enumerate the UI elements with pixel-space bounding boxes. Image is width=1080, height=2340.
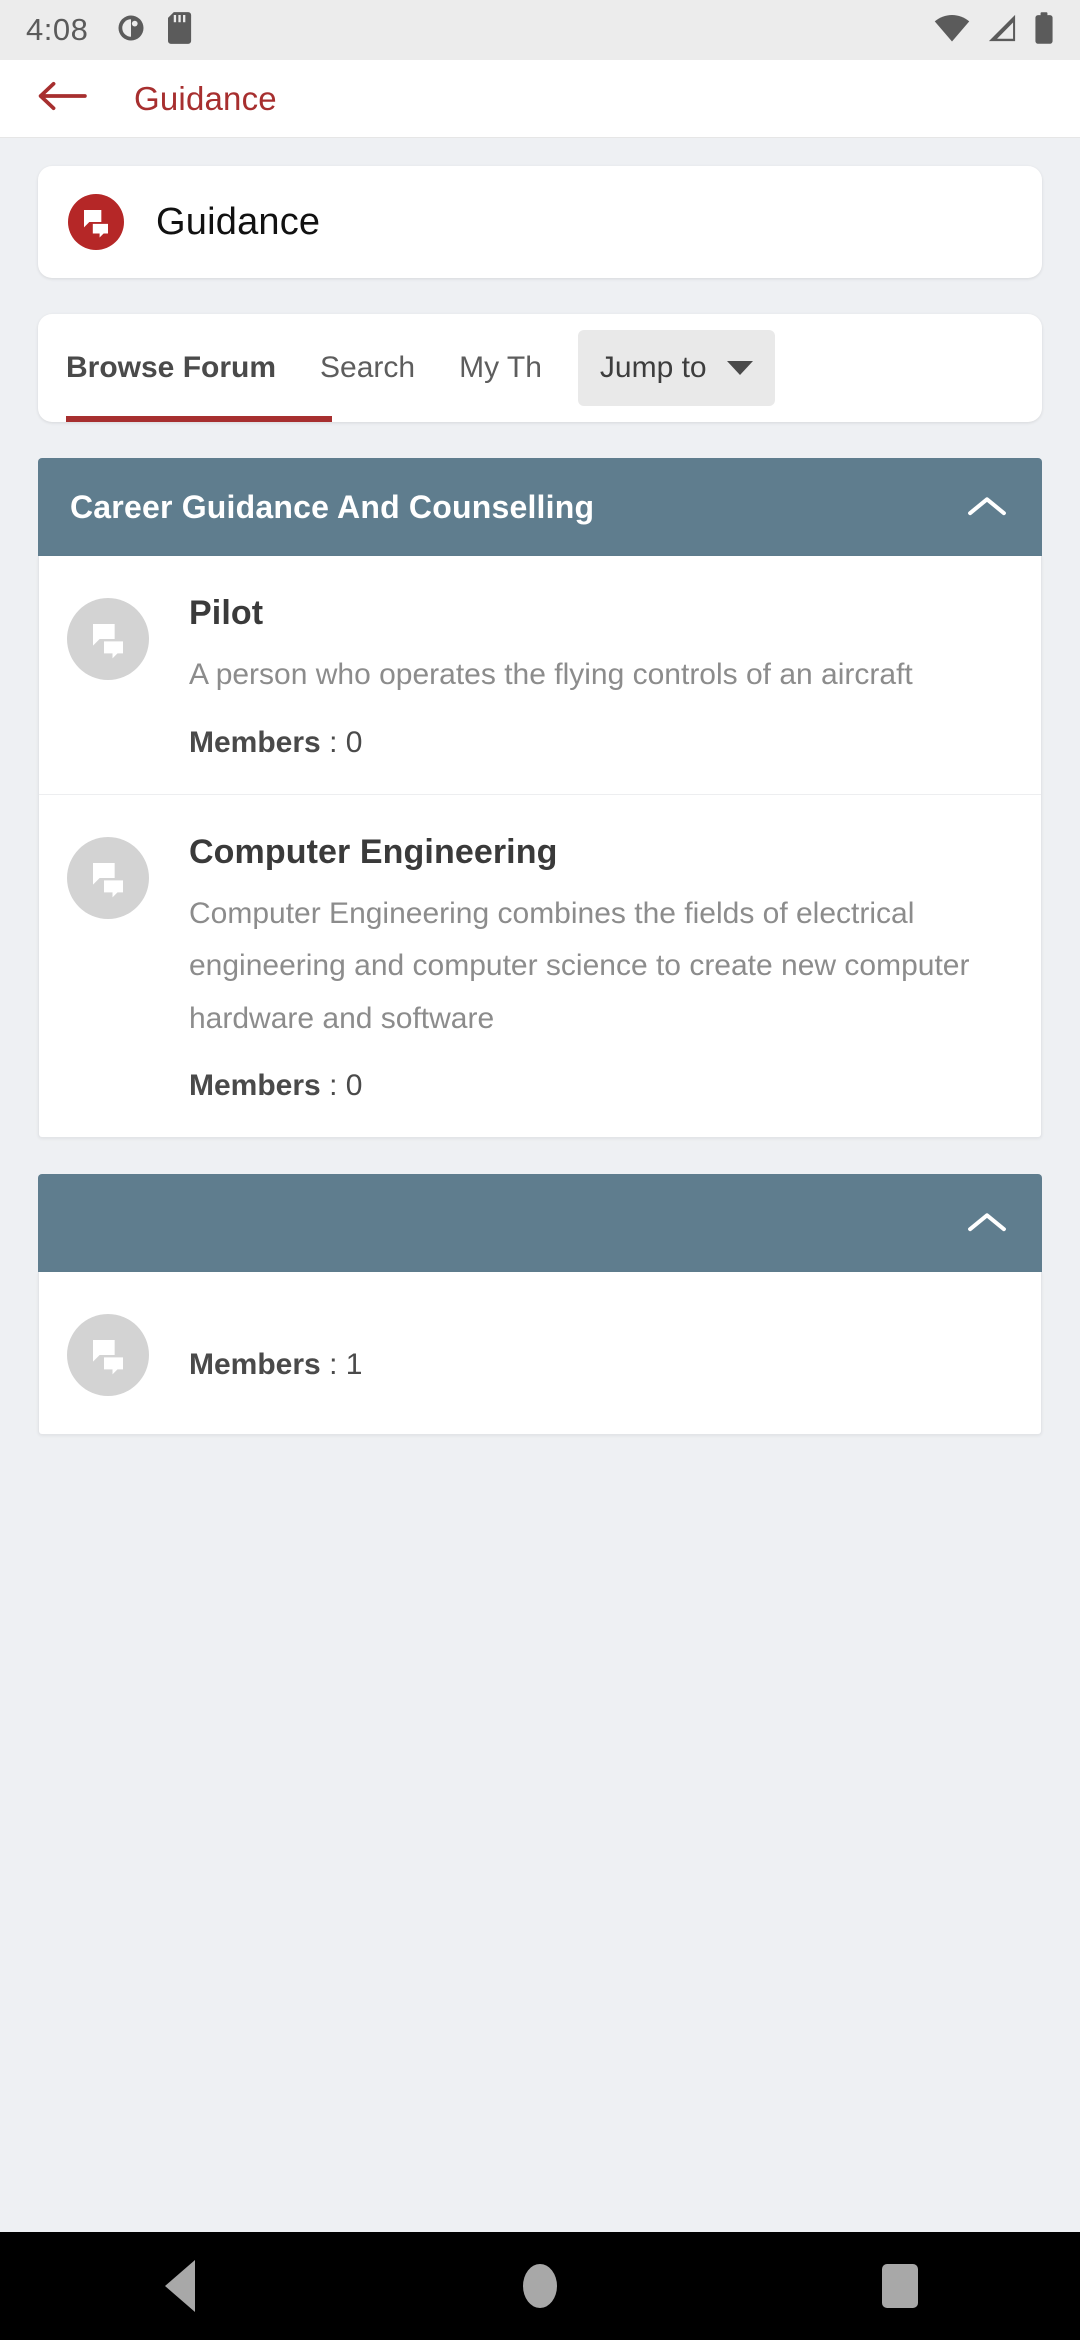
forum-icon <box>67 836 149 919</box>
forum-header-card[interactable]: Guidance <box>38 166 1042 278</box>
page-title: Guidance <box>134 79 277 117</box>
sd-card-icon <box>168 11 194 49</box>
members-label: Members <box>189 1069 321 1102</box>
members-label: Members <box>189 725 321 759</box>
forum-item-members: Members : 1 <box>189 1348 1013 1382</box>
nav-home-icon[interactable] <box>480 2232 600 2340</box>
nav-recents-icon[interactable] <box>840 2232 960 2340</box>
app-bar: Guidance <box>0 60 1080 138</box>
status-bar: 4:08 <box>0 0 1080 60</box>
forum-item-content: Pilot A person who operates the flying c… <box>189 594 1013 760</box>
forum-list-item[interactable]: Pilot A person who operates the flying c… <box>39 556 1041 794</box>
forum-group: Members : 1 <box>38 1174 1042 1435</box>
tab-my-threads[interactable]: My Th <box>459 314 542 422</box>
forum-group-body: Pilot A person who operates the flying c… <box>38 556 1042 1138</box>
forum-name: Guidance <box>156 200 321 243</box>
members-value: : 0 <box>329 1069 363 1102</box>
tab-search[interactable]: Search <box>320 314 415 422</box>
forum-group-title: Career Guidance And Counselling <box>70 488 595 525</box>
forum-item-content: Computer Engineering Computer Engineerin… <box>189 833 1013 1104</box>
forum-item-description: A person who operates the flying control… <box>189 658 913 691</box>
forum-item-members: Members : 0 <box>189 1069 1013 1103</box>
forum-group-body: Members : 1 <box>38 1272 1042 1435</box>
forum-group: Career Guidance And Counselling Pilot A … <box>38 458 1042 1138</box>
forum-group-header[interactable]: Career Guidance And Counselling <box>38 458 1042 556</box>
back-button[interactable] <box>34 71 90 127</box>
cellular-signal-icon <box>986 13 1018 48</box>
chevron-up-icon[interactable] <box>964 1200 1010 1246</box>
jump-to-label: Jump to <box>599 351 707 384</box>
forum-list-item[interactable]: Members : 1 <box>39 1272 1041 1434</box>
members-label: Members <box>189 1348 321 1381</box>
forum-item-title: Pilot <box>189 594 264 632</box>
scroll-content[interactable]: Guidance Browse Forum Search My Th Jump … <box>0 138 1080 2232</box>
phone-screen: 4:08 Guidance Guidance Browse Forum Sear… <box>0 0 1080 2340</box>
arrow-left-icon <box>36 77 88 120</box>
chevron-up-icon[interactable] <box>964 484 1010 530</box>
forum-icon <box>67 1314 149 1396</box>
tab-list: Browse Forum Search My Th Jump to <box>38 314 1042 422</box>
tab-browse-forum[interactable]: Browse Forum <box>66 314 276 422</box>
status-bar-notification-icons <box>116 11 194 49</box>
forum-group-header[interactable] <box>38 1174 1042 1272</box>
active-tab-indicator <box>66 416 332 422</box>
jump-to-dropdown[interactable]: Jump to <box>577 330 775 406</box>
forum-icon <box>67 598 149 680</box>
members-value: : 1 <box>329 1348 363 1381</box>
forum-item-title: Computer Engineering <box>189 832 558 871</box>
wifi-icon <box>934 13 970 48</box>
nav-back-icon[interactable] <box>120 2232 240 2340</box>
chevron-down-icon <box>726 361 753 375</box>
forum-item-description: Computer Engineering combines the fields… <box>189 896 970 1035</box>
forum-list-item[interactable]: Computer Engineering Computer Engineerin… <box>39 793 1041 1138</box>
status-bar-system-icons <box>934 11 1054 49</box>
battery-icon <box>1034 11 1054 49</box>
members-value: : 0 <box>329 725 363 759</box>
status-bar-clock: 4:08 <box>26 12 89 47</box>
forum-icon <box>68 194 124 250</box>
tab-bar: Browse Forum Search My Th Jump to <box>38 314 1042 422</box>
system-navigation-bar <box>0 2232 1080 2340</box>
forum-item-content: Members : 1 <box>189 1324 1013 1382</box>
clock-badge-icon <box>116 13 146 48</box>
forum-item-members: Members : 0 <box>189 726 1013 760</box>
